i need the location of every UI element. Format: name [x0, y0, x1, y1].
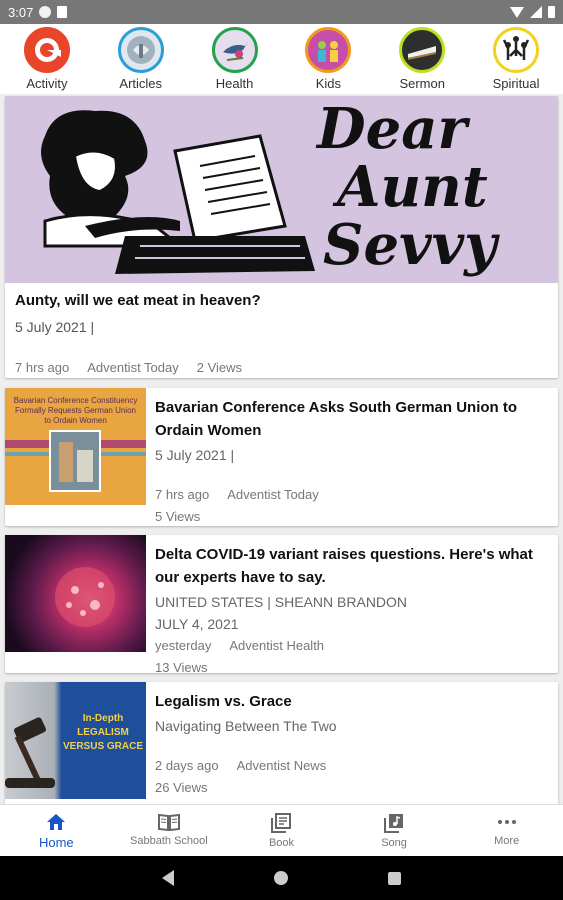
article-title: Delta COVID-19 variant raises questions.…: [155, 546, 533, 586]
category-label: Sermon: [399, 76, 445, 91]
article-text: Bavarian Conference Asks South German Un…: [155, 396, 550, 528]
sync-icon: [39, 6, 52, 18]
nav-label: Song: [381, 837, 407, 849]
articles-icon: [117, 27, 164, 73]
nav-home[interactable]: Home: [0, 805, 112, 856]
article-views: 26 Views: [155, 780, 208, 795]
hero-title: Dear Aunt Sevvy: [317, 100, 553, 274]
article-subtitle: Navigating Between The Two: [155, 718, 337, 734]
article-feed[interactable]: Dear Aunt Sevvy Aunty, will we eat meat …: [0, 94, 563, 804]
kids-icon: [305, 27, 352, 73]
article-meta: 2 days ago Adventist News: [155, 755, 550, 777]
article-date: JULY 4, 2021: [155, 616, 239, 632]
article-card[interactable]: Delta COVID-19 variant raises questions.…: [5, 535, 558, 675]
nav-label: Sabbath School: [130, 835, 208, 847]
category-label: Activity: [26, 76, 68, 91]
article-time-ago: yesterday: [155, 638, 212, 653]
article-meta: 7 hrs ago Adventist Today 2 Views: [15, 360, 242, 375]
book-open-icon: [157, 813, 180, 831]
status-time: 3:07: [8, 4, 34, 20]
thumbnail-caption: Bavarian Conference Constituency Formall…: [13, 396, 138, 425]
article-source: Adventist News: [236, 758, 327, 773]
nav-more[interactable]: More: [451, 805, 563, 856]
nav-sabbath-school[interactable]: Sabbath School: [113, 805, 225, 856]
article-thumbnail: [5, 535, 146, 652]
category-label: Spiritual: [492, 76, 540, 91]
article-thumbnail: Bavarian Conference Constituency Formall…: [5, 388, 146, 505]
more-dots-icon: [497, 820, 516, 824]
category-label: Kids: [315, 76, 342, 91]
bottom-navigation: Home Sabbath School Book Song More: [0, 804, 563, 856]
nav-book[interactable]: Book: [225, 805, 337, 856]
wifi-icon: [510, 6, 524, 18]
category-kids[interactable]: Kids: [288, 27, 368, 91]
article-title: Bavarian Conference Asks South German Un…: [155, 399, 518, 439]
music-icon: [384, 814, 404, 833]
status-bar: 3:07: [0, 0, 563, 24]
health-icon: [211, 27, 258, 73]
article-meta: yesterday Adventist Health: [155, 635, 550, 657]
article-card[interactable]: Bavarian Conference Constituency Formall…: [5, 388, 558, 526]
system-navigation-bar: [0, 856, 563, 900]
article-views: 2 Views: [196, 360, 243, 375]
article-views: 13 Views: [155, 660, 208, 675]
home-icon: [47, 814, 66, 830]
back-icon[interactable]: [162, 870, 174, 886]
article-text: Delta COVID-19 variant raises questions.…: [155, 543, 550, 679]
hero-title-line: Sevvy: [323, 212, 497, 278]
spiritual-icon: [493, 27, 540, 73]
category-health[interactable]: Health: [195, 27, 275, 91]
library-icon: [271, 813, 292, 833]
home-button-icon[interactable]: [274, 871, 288, 885]
category-activity[interactable]: Activity: [7, 27, 87, 91]
article-time-ago: 2 days ago: [155, 758, 219, 773]
activity-icon: [23, 27, 70, 73]
featured-image: Dear Aunt Sevvy: [5, 96, 558, 283]
hero-title-line: Dear: [317, 96, 467, 162]
article-source: Adventist Health: [229, 638, 325, 653]
article-date: 5 July 2021 |: [15, 319, 95, 335]
sim-icon: [57, 6, 68, 18]
sermon-icon: [399, 27, 446, 73]
category-bar: Activity Articles Health Kids Sermon Spi…: [0, 24, 563, 94]
nav-label: More: [494, 835, 520, 847]
article-views: 5 Views: [155, 509, 201, 524]
category-sermon[interactable]: Sermon: [382, 27, 462, 91]
article-time-ago: 7 hrs ago: [15, 360, 70, 375]
article-title: Aunty, will we eat meat in heaven?: [15, 292, 261, 309]
nav-label: Home: [38, 835, 74, 850]
article-time-ago: 7 hrs ago: [155, 487, 210, 502]
hero-title-line: Aunt: [337, 154, 488, 220]
article-source: Adventist Today: [227, 487, 319, 502]
article-title: Legalism vs. Grace: [155, 693, 292, 710]
category-spiritual[interactable]: Spiritual: [476, 27, 556, 91]
article-date: 5 July 2021 |: [155, 447, 235, 463]
signal-icon: [530, 6, 542, 18]
category-articles[interactable]: Articles: [101, 27, 181, 91]
article-author: UNITED STATES | SHEANN BRANDON: [155, 594, 408, 610]
article-thumbnail: In-Depth LEGALISM VERSUS GRACE: [5, 682, 146, 799]
article-source: Adventist Today: [87, 360, 179, 375]
article-meta: 7 hrs ago Adventist Today: [155, 484, 550, 506]
category-label: Articles: [119, 76, 163, 91]
recents-icon[interactable]: [388, 871, 401, 885]
thumbnail-caption: In-Depth LEGALISM VERSUS GRACE: [63, 713, 144, 752]
nav-label: Book: [268, 837, 295, 849]
nav-song[interactable]: Song: [338, 805, 450, 856]
article-card[interactable]: In-Depth LEGALISM VERSUS GRACE Legalism …: [5, 682, 558, 804]
article-text: Legalism vs. Grace Navigating Between Th…: [155, 690, 550, 799]
category-label: Health: [215, 76, 254, 91]
featured-article-card[interactable]: Dear Aunt Sevvy Aunty, will we eat meat …: [5, 96, 558, 378]
battery-icon: [548, 6, 555, 18]
